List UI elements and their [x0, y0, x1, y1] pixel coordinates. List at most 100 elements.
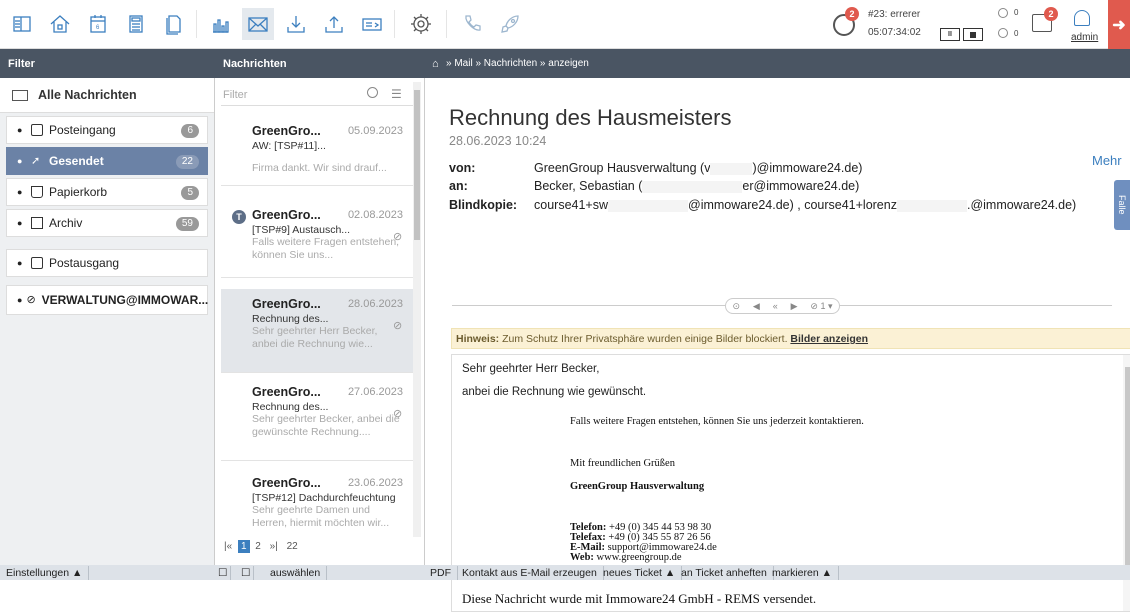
- search-icon[interactable]: [367, 87, 378, 98]
- message-preview: Sehr geehrter Becker, anbei die gewünsch…: [252, 413, 400, 438]
- message-item-selected[interactable]: GreenGro... 28.06.2023 Rechnung des... ⊘…: [221, 289, 413, 373]
- message-date: 27.06.2023: [347, 386, 403, 398]
- phone-icon[interactable]: [456, 8, 488, 40]
- expand-icon[interactable]: ●: [17, 125, 27, 135]
- notice-text: Zum Schutz Ihrer Privatsphäre wurden ein…: [499, 333, 791, 345]
- show-images-link[interactable]: Bilder anzeigen: [790, 333, 868, 345]
- timer-time: 05:07:34:02: [868, 27, 921, 38]
- user-avatar-icon[interactable]: [1074, 10, 1090, 26]
- folder-papierkorb[interactable]: ● Papierkorb 5: [6, 178, 208, 206]
- ticket-badge: T: [232, 210, 246, 224]
- new-ticket-button[interactable]: neues Ticket ▲: [597, 566, 683, 580]
- page-2-button[interactable]: 2: [252, 540, 264, 553]
- message-item[interactable]: GreenGro... 27.06.2023 Rechnung des... ⊘…: [221, 377, 413, 461]
- calculator-icon[interactable]: [120, 8, 152, 40]
- from-label: von:: [449, 161, 476, 175]
- calendar-icon[interactable]: 6: [82, 8, 114, 40]
- body-regards: Mit freundlichen Grüßen: [570, 458, 675, 469]
- folder-gesendet[interactable]: ● ➚ Gesendet 22: [6, 147, 208, 175]
- documents-icon[interactable]: [158, 8, 190, 40]
- last-page-button[interactable]: »|: [267, 540, 281, 553]
- mail-icon[interactable]: [242, 8, 274, 40]
- to-value: Becker, Sebastian (: [534, 179, 643, 193]
- filter-options-icon[interactable]: ☰: [391, 87, 402, 101]
- message-filter-input[interactable]: Filter: [221, 84, 413, 106]
- all-messages-item[interactable]: Alle Nachrichten: [0, 78, 214, 113]
- compose-icon[interactable]: ☐: [215, 566, 232, 580]
- search-users-icon[interactable]: [998, 8, 1008, 18]
- account-verwaltung[interactable]: ● ⊘ VERWALTUNG@IMMOWAR...: [6, 285, 208, 315]
- create-contact-button[interactable]: Kontakt aus E-Mail erzeugen: [456, 566, 604, 580]
- stop-button[interactable]: [963, 28, 983, 41]
- attachment-count[interactable]: ⊘ 1 ▾: [810, 301, 832, 312]
- breadcrumb-home-icon[interactable]: ⌂: [432, 58, 439, 70]
- timer-badge: 2: [845, 7, 859, 21]
- statistics-icon[interactable]: [204, 8, 236, 40]
- upload-icon[interactable]: [318, 8, 350, 40]
- folder-postausgang[interactable]: ● Postausgang: [6, 249, 208, 277]
- message-actions: ⊙ ◀ « ▶ ⊘ 1 ▾: [725, 298, 840, 314]
- folder-count: 59: [175, 217, 199, 231]
- folder-posteingang[interactable]: ● Posteingang 6: [6, 116, 208, 144]
- folder-label: Gesendet: [49, 154, 104, 168]
- more-link[interactable]: Mehr: [1092, 153, 1122, 168]
- message-list-scroll-thumb[interactable]: [414, 90, 420, 240]
- folder-count: 5: [181, 186, 199, 200]
- first-page-button[interactable]: |«: [221, 540, 235, 553]
- address-card-icon[interactable]: [356, 8, 388, 40]
- archive-icon: [31, 217, 43, 229]
- message-preview: Sehr geehrte Damen und Herren, hiermit m…: [252, 504, 390, 529]
- download-icon[interactable]: [280, 8, 312, 40]
- message-item[interactable]: GreenGro... 23.06.2023 [TSP#12] Dachdurc…: [221, 468, 413, 536]
- reply-icon[interactable]: ◀: [753, 301, 760, 312]
- expand-icon[interactable]: ●: [17, 218, 27, 228]
- message-item[interactable]: GreenGro... 05.09.2023 AW: [TSP#11]... F…: [221, 116, 413, 186]
- envelope-icon: [12, 89, 28, 101]
- message-date-time: 28.06.2023 10:24: [449, 134, 547, 148]
- rocket-icon[interactable]: [494, 8, 526, 40]
- reply-all-icon[interactable]: «: [773, 301, 778, 311]
- page-1-button[interactable]: 1: [237, 540, 250, 553]
- svg-text:6: 6: [96, 25, 100, 31]
- settings-menu[interactable]: Einstellungen ▲: [0, 566, 90, 580]
- folder-archiv[interactable]: ● Archiv 59: [6, 209, 208, 237]
- body-scroll-thumb[interactable]: [1125, 367, 1130, 567]
- forward-icon[interactable]: ▶: [791, 301, 798, 312]
- attachment-icon: ⊘: [393, 231, 403, 243]
- total-count: 22: [286, 541, 298, 552]
- expand-icon[interactable]: ●: [17, 258, 27, 268]
- message-subject: [TSP#9] Austausch...: [252, 224, 351, 236]
- home-icon[interactable]: [44, 8, 76, 40]
- user-counter-icon[interactable]: [998, 28, 1008, 38]
- folder-label: Posteingang: [49, 123, 116, 137]
- message-preview: Firma dankt. Wir sind drauf...: [252, 162, 387, 174]
- dashboard-icon[interactable]: [6, 8, 38, 40]
- attach-ticket-button[interactable]: an Ticket anheften: [675, 566, 774, 580]
- pause-button[interactable]: II: [940, 28, 960, 41]
- expand-icon[interactable]: ●: [17, 187, 27, 197]
- trash-icon: [31, 186, 43, 198]
- message-item[interactable]: T GreenGro... 02.08.2023 [TSP#9] Austaus…: [221, 200, 413, 278]
- side-tab[interactable]: Falle: [1114, 180, 1130, 230]
- to-value-domain: er@immoware24.de): [742, 179, 860, 193]
- filter-panel: Alle Nachrichten ● Posteingang 6 ● ➚ Gesende…: [0, 78, 215, 565]
- outbox-icon: [31, 257, 43, 269]
- expand-icon[interactable]: ●: [17, 156, 27, 166]
- settings-gear-icon[interactable]: [405, 8, 437, 40]
- messages-panel-title: Nachrichten: [223, 58, 287, 70]
- to-row: an: Becker, Sebastian (er@immoware24.de): [449, 179, 859, 193]
- delete-icon[interactable]: ⊙: [732, 301, 740, 312]
- logout-button[interactable]: ➜: [1108, 0, 1130, 49]
- from-row: von: GreenGroup Hausverwaltung (v)@immowa…: [449, 161, 862, 175]
- ticket-label[interactable]: #23: errerer: [868, 9, 920, 20]
- message-subject: Rechnung des...: [252, 313, 329, 325]
- compose-new-icon[interactable]: ☐: [238, 566, 255, 580]
- mark-button[interactable]: markieren ▲: [766, 566, 839, 580]
- select-button[interactable]: auswählen: [264, 566, 328, 580]
- message-date: 23.06.2023: [347, 477, 403, 489]
- expand-icon[interactable]: ●: [17, 295, 22, 305]
- inbox-icon: [31, 124, 43, 136]
- from-value: GreenGroup Hausverwaltung (v: [534, 161, 711, 175]
- pdf-button[interactable]: PDF: [424, 566, 458, 580]
- user-name[interactable]: admin: [1071, 32, 1098, 43]
